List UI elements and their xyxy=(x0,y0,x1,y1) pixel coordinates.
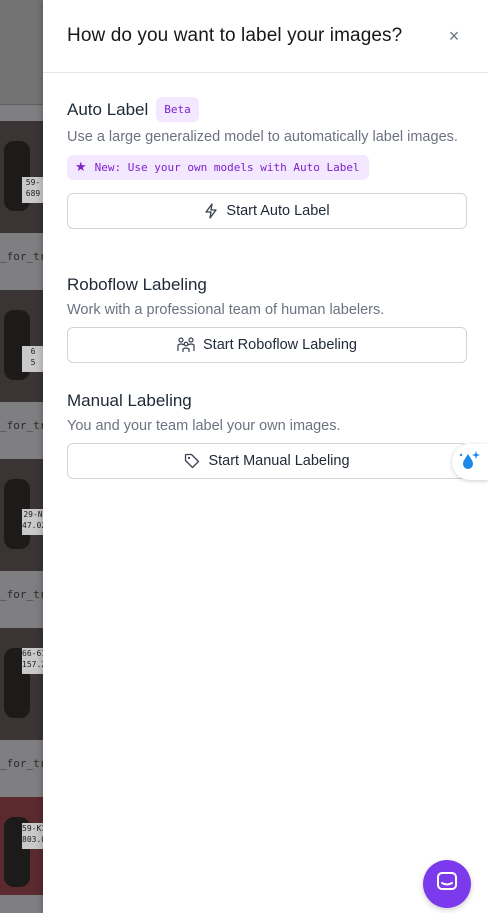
lightning-icon xyxy=(204,203,218,219)
roboflow-labeling-description: Work with a professional team of human l… xyxy=(67,302,385,318)
roboflow-labeling-title: Roboflow Labeling xyxy=(67,275,207,294)
star-icon: ★ xyxy=(75,160,87,175)
new-feature-text: New: Use your own models with Auto Label xyxy=(94,161,360,174)
manual-labeling-section: Manual Labeling You and your team label … xyxy=(67,391,467,479)
chat-launcher-button[interactable] xyxy=(423,860,471,908)
image-thumbnail: 6 5 xyxy=(0,290,43,402)
drawer-header: How do you want to label your images? × xyxy=(43,0,488,73)
start-auto-label-label: Start Auto Label xyxy=(226,203,330,219)
filename-label: _for_tr xyxy=(0,402,43,460)
tag-icon xyxy=(184,453,200,469)
auto-label-description: Use a large generalized model to automat… xyxy=(67,129,458,145)
start-manual-labeling-label: Start Manual Labeling xyxy=(208,453,350,469)
image-thumbnail: 29-N 47.02 xyxy=(0,459,43,571)
start-auto-label-button[interactable]: Start Auto Label xyxy=(67,193,467,229)
manual-labeling-title: Manual Labeling xyxy=(67,391,192,410)
auto-label-section: Auto Label Beta Use a large generalized … xyxy=(67,97,467,229)
image-thumbnail: 59-K1 803.00 xyxy=(0,797,43,895)
plate-text: 59- 689 xyxy=(22,177,43,203)
filename-label: _for_tr xyxy=(0,233,43,291)
start-manual-labeling-button[interactable]: Start Manual Labeling xyxy=(67,443,467,479)
sparkle-drop-widget[interactable] xyxy=(452,444,488,480)
image-thumbnail: 66-61 157.23 xyxy=(0,628,43,740)
drawer-title: How do you want to label your images? xyxy=(67,25,403,46)
start-roboflow-labeling-label: Start Roboflow Labeling xyxy=(203,337,357,353)
auto-label-title: Auto Label xyxy=(67,99,149,119)
beta-badge: Beta xyxy=(156,97,199,122)
background-page: 59- 689 _for_tr 6 5 _for_tr 29-N 47.02 _… xyxy=(0,0,43,913)
filename-label: _for_tr xyxy=(0,571,43,629)
plate-text: 59-K1 803.00 xyxy=(22,823,43,849)
image-thumbnail: 59- 689 xyxy=(0,121,43,233)
plate-text: 6 5 xyxy=(22,346,43,372)
water-drop-icon xyxy=(458,449,482,476)
plate-text: 29-N 47.02 xyxy=(22,509,43,535)
close-icon[interactable]: × xyxy=(445,27,463,45)
people-icon xyxy=(177,337,195,353)
start-roboflow-labeling-button[interactable]: Start Roboflow Labeling xyxy=(67,327,467,363)
plate-text: 66-61 157.23 xyxy=(22,648,43,674)
filename-label: _for_tr xyxy=(0,740,43,798)
roboflow-labeling-section: Roboflow Labeling Work with a profession… xyxy=(67,275,467,363)
chat-icon xyxy=(436,871,458,898)
new-feature-notice[interactable]: ★ New: Use your own models with Auto Lab… xyxy=(67,155,369,180)
manual-labeling-description: You and your team label your own images. xyxy=(67,418,341,434)
background-header xyxy=(0,0,43,105)
label-method-drawer: How do you want to label your images? × … xyxy=(43,0,488,913)
